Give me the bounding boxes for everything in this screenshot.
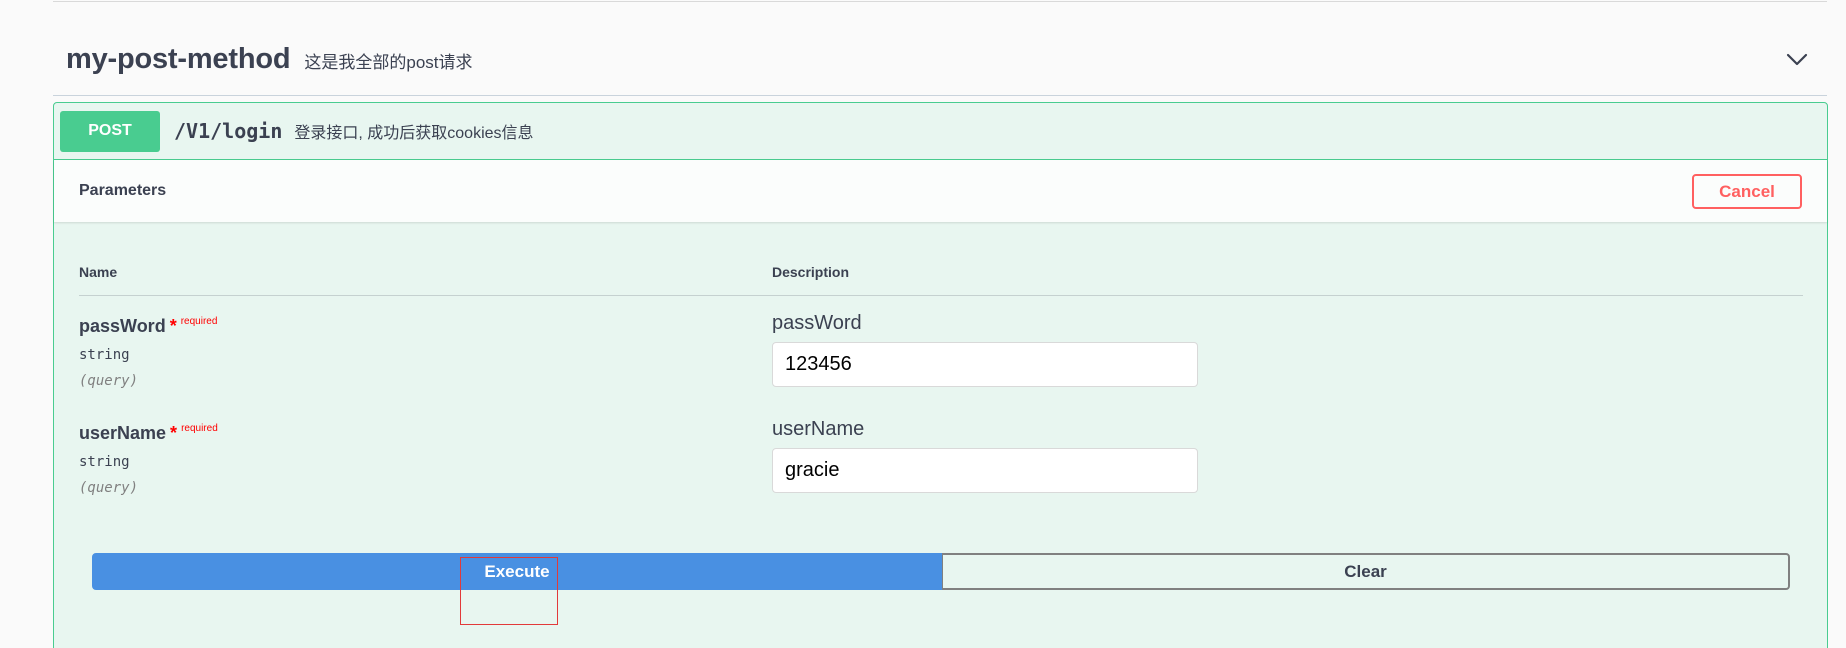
param-name-password: passWord * required <box>79 316 217 337</box>
tag-name[interactable]: my-post-method <box>66 43 291 76</box>
tag-description: 这是我全部的post请求 <box>304 53 473 72</box>
param-location: (query) <box>79 480 139 496</box>
operation-summary[interactable]: POST /V1/login 登录接口, 成功后获取cookies信息 <box>54 103 1827 160</box>
execute-wrapper: Execute Clear <box>92 553 1790 590</box>
operation-path: /V1/login <box>174 119 283 143</box>
required-star: * <box>169 316 177 336</box>
password-input[interactable] <box>772 342 1198 387</box>
operation-description: 登录接口, 成功后获取cookies信息 <box>294 125 534 142</box>
param-name-label: userName <box>79 423 167 443</box>
required-label: required <box>180 316 218 327</box>
parameters-header: Parameters Cancel <box>54 160 1827 222</box>
name-column-header: Name <box>79 264 118 280</box>
param-type: string <box>79 454 130 470</box>
tag-section-header[interactable]: my-post-method 这是我全部的post请求 <box>53 24 1827 96</box>
param-name-username: userName * required <box>79 423 218 444</box>
username-field-label: userName <box>772 418 865 440</box>
param-type: string <box>79 347 130 363</box>
password-field-label: passWord <box>772 312 862 334</box>
required-label: required <box>181 423 218 434</box>
chevron-down-icon[interactable] <box>1783 46 1811 74</box>
clear-button[interactable]: Clear <box>942 553 1790 590</box>
execute-button[interactable]: Execute <box>92 553 942 590</box>
parameters-title: Parameters <box>79 182 167 199</box>
operation-block-post: POST /V1/login 登录接口, 成功后获取cookies信息 Para… <box>53 102 1828 648</box>
method-badge: POST <box>60 110 160 152</box>
cancel-button[interactable]: Cancel <box>1692 174 1802 209</box>
top-divider <box>53 1 1827 2</box>
required-star: * <box>170 423 178 443</box>
username-input[interactable] <box>772 448 1198 493</box>
header-divider <box>79 295 1803 296</box>
description-column-header: Description <box>772 264 850 280</box>
param-location: (query) <box>79 373 139 389</box>
param-name-label: passWord <box>79 316 166 336</box>
